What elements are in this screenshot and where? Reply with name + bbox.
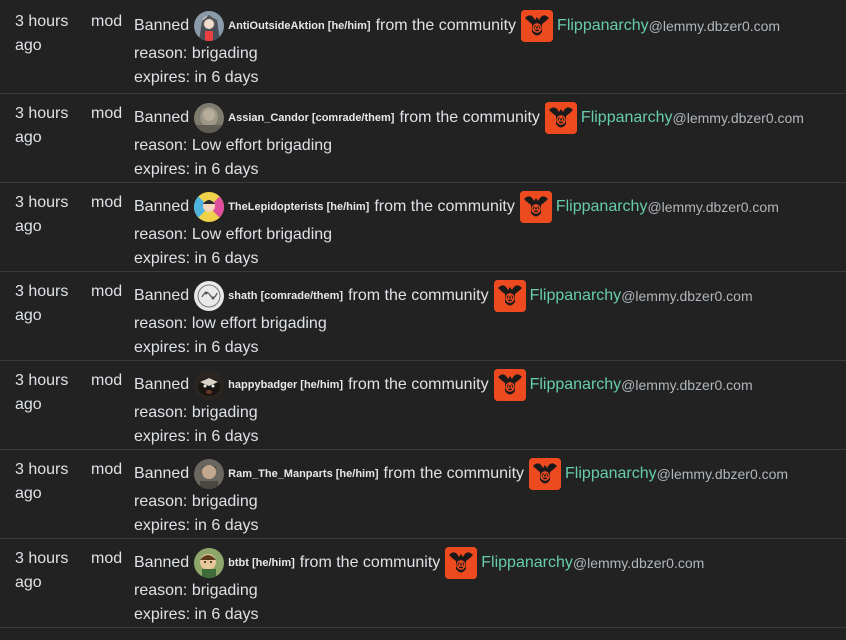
modlog-row: 3 hours ago mod Banned Assian_Candor [co…: [0, 94, 846, 183]
ban-reason: reason: low effort brigading: [134, 315, 327, 332]
community-instance[interactable]: @lemmy.dbzer0.com: [673, 106, 804, 130]
action-label: Banned: [134, 17, 190, 34]
ban-action: Banned Ram_The_Manparts [he/him] from th…: [134, 458, 788, 490]
modlog-row: 3 hours ago mod Banned happybadger [he/h…: [0, 361, 846, 450]
from-community-text: from the community: [383, 465, 525, 482]
ban-reason: reason: brigading: [134, 493, 258, 510]
moderator-label: mod: [91, 283, 123, 300]
avatar-cartoon-icon[interactable]: [194, 548, 225, 578]
ban-action: Banned btbt [he/him] from the community …: [134, 547, 704, 579]
community-link[interactable]: Flippanarchy: [557, 14, 649, 38]
username-link[interactable]: btbt [he/him]: [228, 551, 295, 575]
community-instance[interactable]: @lemmy.dbzer0.com: [649, 14, 780, 38]
ban-action: Banned TheLepidopterists [he/him] from t…: [134, 191, 779, 223]
community-link[interactable]: Flippanarchy: [481, 551, 573, 575]
community-link[interactable]: Flippanarchy: [565, 462, 657, 486]
flippanarchy-jester-icon[interactable]: [493, 369, 526, 401]
ban-action: Banned AntiOutsideAktion [he/him] from t…: [134, 10, 780, 42]
ban-expiry: expires: in 6 days: [134, 517, 259, 534]
ban-expiry: expires: in 6 days: [134, 606, 259, 623]
flippanarchy-jester-icon[interactable]: [493, 280, 526, 312]
timestamp: 3 hours ago: [15, 372, 69, 413]
action-label: Banned: [134, 109, 190, 126]
timestamp: 3 hours ago: [15, 194, 69, 235]
username-link[interactable]: shath [comrade/them]: [228, 284, 343, 308]
timestamp: 3 hours ago: [15, 283, 69, 324]
moderator-label: mod: [91, 105, 123, 122]
moderator-label: mod: [91, 194, 123, 211]
ban-action: Banned shath [comrade/them] from the com…: [134, 280, 753, 312]
ban-reason: reason: Low effort brigading: [134, 226, 333, 243]
timestamp: 3 hours ago: [15, 550, 69, 591]
community-instance[interactable]: @lemmy.dbzer0.com: [647, 195, 778, 219]
moderator-label: mod: [91, 13, 123, 30]
ban-action: Banned Assian_Candor [comrade/them] from…: [134, 102, 804, 134]
action-label: Banned: [134, 198, 190, 215]
from-community-text: from the community: [299, 554, 441, 571]
modlog-row: 3 hours ago mod Banned Ram_The_Manparts …: [0, 450, 846, 539]
avatar-photo-icon[interactable]: [194, 103, 225, 133]
modlog-row: 3 hours ago mod Banned AntiOutsideAktion…: [0, 0, 846, 94]
community-instance[interactable]: @lemmy.dbzer0.com: [621, 284, 752, 308]
flippanarchy-jester-icon[interactable]: [519, 191, 552, 223]
from-community-text: from the community: [348, 376, 489, 393]
ban-reason: reason: brigading: [134, 45, 258, 62]
modlog-row: 3 hours ago mod Banned btbt [he/him] fro…: [0, 539, 846, 628]
community-instance[interactable]: @lemmy.dbzer0.com: [621, 373, 752, 397]
flippanarchy-jester-icon[interactable]: [529, 458, 562, 490]
action-label: Banned: [134, 465, 190, 482]
avatar-colorful-icon[interactable]: [194, 192, 225, 222]
from-community-text: from the community: [374, 198, 515, 215]
community-link[interactable]: Flippanarchy: [581, 106, 673, 130]
flippanarchy-jester-icon[interactable]: [445, 547, 478, 579]
action-label: Banned: [134, 554, 190, 571]
timestamp: 3 hours ago: [15, 13, 69, 54]
timestamp: 3 hours ago: [15, 105, 69, 146]
community-instance[interactable]: @lemmy.dbzer0.com: [573, 551, 704, 575]
avatar-sketch-icon[interactable]: [194, 281, 225, 311]
moderator-label: mod: [91, 461, 123, 478]
ban-reason: reason: brigading: [134, 404, 258, 421]
ban-reason: reason: brigading: [134, 582, 258, 599]
modlog-row: 3 hours ago mod Banned TheLepidopterists…: [0, 183, 846, 272]
action-label: Banned: [134, 376, 190, 393]
ban-reason: reason: Low effort brigading: [134, 137, 333, 154]
username-link[interactable]: TheLepidopterists [he/him]: [228, 195, 369, 219]
username-link[interactable]: Ram_The_Manparts [he/him]: [228, 462, 378, 486]
username-link[interactable]: Assian_Candor [comrade/them]: [228, 106, 394, 130]
ban-expiry: expires: in 6 days: [134, 339, 259, 356]
avatar-portrait-icon[interactable]: [194, 459, 225, 489]
ban-expiry: expires: in 6 days: [134, 161, 259, 178]
modlog-list: 3 hours ago mod Banned AntiOutsideAktion…: [0, 0, 846, 640]
username-link[interactable]: happybadger [he/him]: [228, 373, 343, 397]
flippanarchy-jester-icon[interactable]: [544, 102, 577, 134]
modlog-row: 3 hours ago mod Banned shath [comrade/th…: [0, 272, 846, 361]
from-community-text: from the community: [348, 287, 489, 304]
community-link[interactable]: Flippanarchy: [530, 284, 622, 308]
moderator-label: mod: [91, 372, 123, 389]
avatar-anime-girl-icon[interactable]: [194, 11, 225, 41]
flippanarchy-jester-icon[interactable]: [521, 10, 554, 42]
ban-expiry: expires: in 6 days: [134, 428, 259, 445]
from-community-text: from the community: [399, 109, 540, 126]
community-link[interactable]: Flippanarchy: [530, 373, 622, 397]
from-community-text: from the community: [375, 17, 517, 34]
action-label: Banned: [134, 287, 190, 304]
community-link[interactable]: Flippanarchy: [556, 195, 648, 219]
ban-expiry: expires: in 6 days: [134, 250, 259, 267]
ban-expiry: expires: in 6 days: [134, 69, 259, 86]
moderator-label: mod: [91, 550, 123, 567]
avatar-badger-icon[interactable]: [194, 370, 225, 400]
ban-action: Banned happybadger [he/him] from the com…: [134, 369, 753, 401]
timestamp: 3 hours ago: [15, 461, 69, 502]
community-instance[interactable]: @lemmy.dbzer0.com: [657, 462, 788, 486]
username-link[interactable]: AntiOutsideAktion [he/him]: [228, 14, 370, 38]
